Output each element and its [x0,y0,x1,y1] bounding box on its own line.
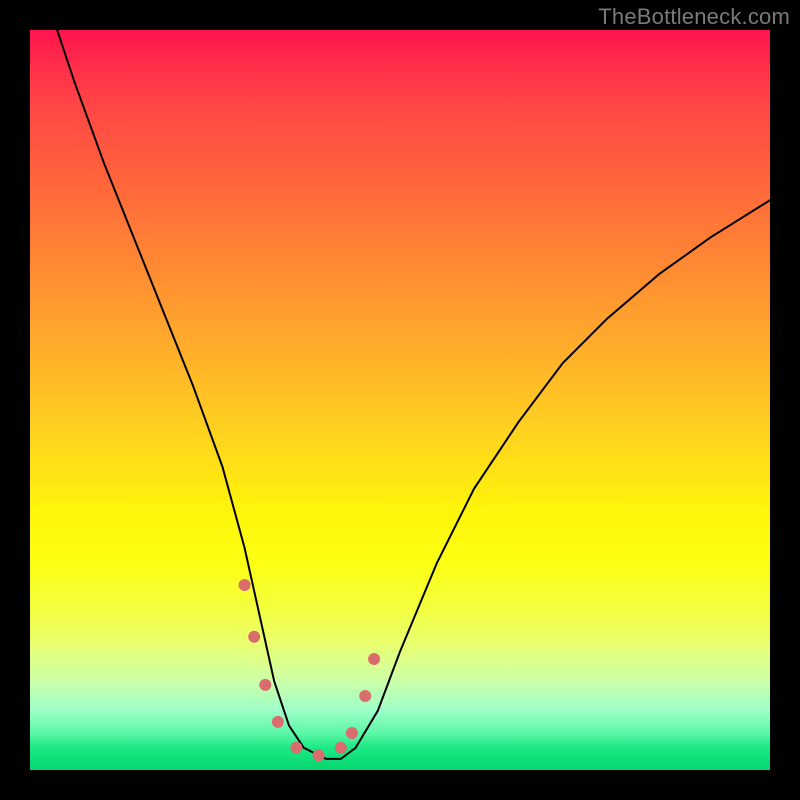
optimal-zone-dot [248,631,260,643]
chart-plot-area [30,30,770,770]
optimal-zone-dot [335,742,347,754]
bottleneck-curve [30,30,770,759]
optimal-zone-dot [368,653,380,665]
optimal-zone-dot [290,742,302,754]
bottleneck-curve-path [30,30,770,759]
optimal-zone-dot [272,716,284,728]
chart-svg [30,30,770,770]
optimal-zone [239,579,381,761]
chart-frame: TheBottleneck.com [0,0,800,800]
optimal-zone-dot [239,579,251,591]
watermark-text: TheBottleneck.com [598,4,790,30]
optimal-zone-dot [346,727,358,739]
optimal-zone-dot [259,679,271,691]
optimal-zone-dot [359,690,371,702]
optimal-zone-dot [313,749,325,761]
